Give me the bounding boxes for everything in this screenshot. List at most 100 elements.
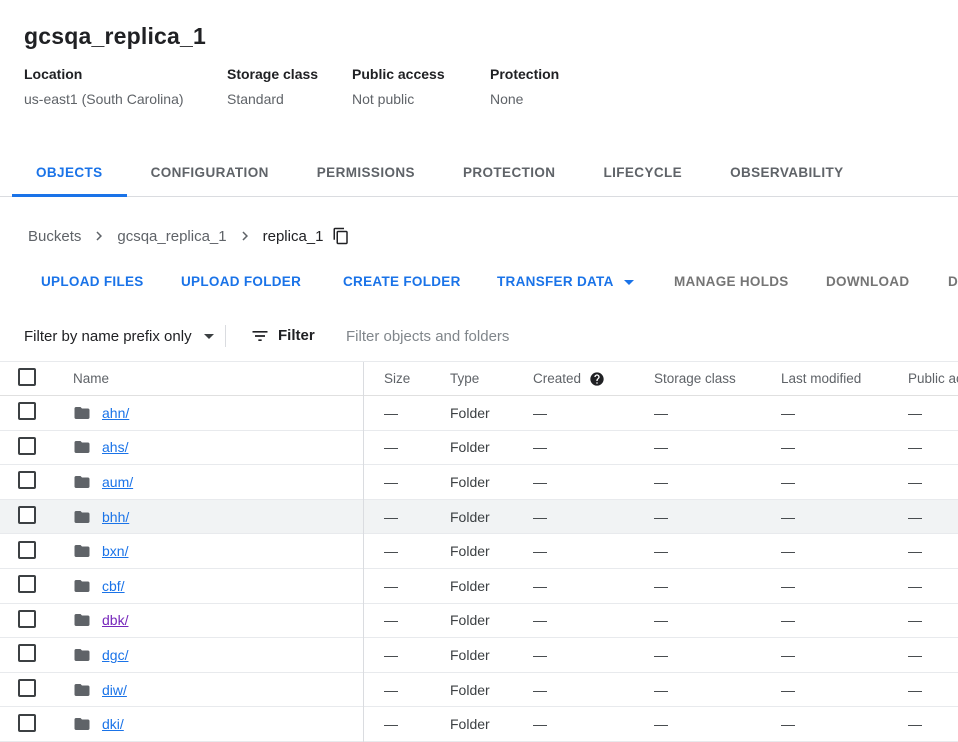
cell-storage-class: — xyxy=(654,474,781,490)
button-label: CREATE FOLDER xyxy=(343,264,461,300)
object-link[interactable]: diw/ xyxy=(102,682,127,698)
bucket-properties: Location us-east1 (South Carolina) Stora… xyxy=(0,66,958,126)
breadcrumb-item-bucket[interactable]: gcsqa_replica_1 xyxy=(117,228,226,245)
table-row: bhh/ — Folder — — — — xyxy=(0,500,958,535)
object-link[interactable]: ahn/ xyxy=(102,405,129,421)
upload-folder-button[interactable]: UPLOAD FOLDER xyxy=(165,264,317,300)
cell-public-access: — xyxy=(908,543,958,559)
transfer-data-button[interactable]: TRANSFER DATA xyxy=(481,264,650,300)
filter-scope-dropdown[interactable]: Filter by name prefix only xyxy=(24,312,214,360)
cell-storage-class: — xyxy=(654,716,781,732)
column-header-created[interactable]: Created xyxy=(533,371,654,387)
table-header-row: Name Size Type Created Storage class Las… xyxy=(0,362,958,396)
cell-public-access: — xyxy=(908,716,958,732)
breadcrumb-item-buckets[interactable]: Buckets xyxy=(28,228,81,245)
cell-storage-class: — xyxy=(654,647,781,663)
create-folder-button[interactable]: CREATE FOLDER xyxy=(327,264,477,300)
copy-path-button[interactable] xyxy=(332,227,350,245)
row-checkbox[interactable] xyxy=(18,471,36,489)
property-storage-class: Storage class Standard xyxy=(227,66,318,107)
cell-type: Folder xyxy=(450,474,533,490)
button-label: DELETE xyxy=(948,264,958,300)
property-value: Standard xyxy=(227,91,318,107)
row-checkbox[interactable] xyxy=(18,506,36,524)
cell-last-modified: — xyxy=(781,716,908,732)
column-header-type[interactable]: Type xyxy=(450,371,533,386)
table-body: ahn/ — Folder — — — — ahs/ — Folder — — … xyxy=(0,396,958,742)
object-link[interactable]: bhh/ xyxy=(102,509,129,525)
tab-lifecycle[interactable]: LIFECYCLE xyxy=(579,148,706,197)
row-checkbox[interactable] xyxy=(18,437,36,455)
download-button[interactable]: DOWNLOAD xyxy=(810,264,925,300)
column-header-public-access[interactable]: Public access xyxy=(908,371,958,386)
button-label: DOWNLOAD xyxy=(826,264,909,300)
column-header-last-modified[interactable]: Last modified xyxy=(781,371,908,386)
objects-table: Name Size Type Created Storage class Las… xyxy=(0,361,958,741)
button-label: UPLOAD FOLDER xyxy=(181,264,301,300)
row-checkbox[interactable] xyxy=(18,541,36,559)
filter-input[interactable] xyxy=(346,312,906,360)
object-link[interactable]: bxn/ xyxy=(102,543,128,559)
chevron-right-icon xyxy=(90,227,108,245)
tab-observability[interactable]: OBSERVABILITY xyxy=(706,148,867,197)
tab-objects[interactable]: OBJECTS xyxy=(12,148,127,197)
cell-type: Folder xyxy=(450,578,533,594)
chevron-right-icon xyxy=(236,227,254,245)
column-header-name[interactable]: Name xyxy=(73,371,363,386)
property-label: Location xyxy=(24,66,184,82)
delete-button[interactable]: DELETE xyxy=(932,264,958,300)
column-header-label: Created xyxy=(533,371,581,386)
tab-configuration[interactable]: CONFIGURATION xyxy=(127,148,293,197)
manage-holds-button[interactable]: MANAGE HOLDS xyxy=(658,264,805,300)
object-link[interactable]: cbf/ xyxy=(102,578,125,594)
tab-bar: OBJECTS CONFIGURATION PERMISSIONS PROTEC… xyxy=(0,148,958,197)
cell-type: Folder xyxy=(450,543,533,559)
folder-icon xyxy=(73,542,91,560)
row-checkbox[interactable] xyxy=(18,575,36,593)
row-checkbox[interactable] xyxy=(18,610,36,628)
tab-permissions[interactable]: PERMISSIONS xyxy=(293,148,439,197)
cell-type: Folder xyxy=(450,682,533,698)
cell-last-modified: — xyxy=(781,543,908,559)
row-checkbox[interactable] xyxy=(18,402,36,420)
select-all-checkbox[interactable] xyxy=(18,368,36,386)
cell-public-access: — xyxy=(908,647,958,663)
property-value: us-east1 (South Carolina) xyxy=(24,91,184,107)
object-link[interactable]: dki/ xyxy=(102,716,124,732)
object-link[interactable]: dbk/ xyxy=(102,612,128,628)
cell-size: — xyxy=(363,716,450,732)
property-public-access: Public access Not public xyxy=(352,66,445,107)
folder-icon xyxy=(73,438,91,456)
row-checkbox[interactable] xyxy=(18,644,36,662)
table-row: ahn/ — Folder — — — — xyxy=(0,396,958,431)
page-title: gcsqa_replica_1 xyxy=(24,23,206,50)
table-row: cbf/ — Folder — — — — xyxy=(0,569,958,604)
object-link[interactable]: dgc/ xyxy=(102,647,128,663)
table-row: dki/ — Folder — — — — xyxy=(0,707,958,742)
help-icon[interactable] xyxy=(589,371,605,387)
upload-files-button[interactable]: UPLOAD FILES xyxy=(25,264,160,300)
filter-divider xyxy=(225,325,226,347)
breadcrumb: Buckets gcsqa_replica_1 replica_1 xyxy=(0,215,958,257)
cell-storage-class: — xyxy=(654,612,781,628)
cell-last-modified: — xyxy=(781,647,908,663)
column-header-storage-class[interactable]: Storage class xyxy=(654,371,781,386)
cell-created: — xyxy=(533,578,654,594)
cell-storage-class: — xyxy=(654,682,781,698)
object-link[interactable]: ahs/ xyxy=(102,439,128,455)
table-row: ahs/ — Folder — — — — xyxy=(0,431,958,466)
cell-storage-class: — xyxy=(654,509,781,525)
tab-protection[interactable]: PROTECTION xyxy=(439,148,580,197)
cell-last-modified: — xyxy=(781,474,908,490)
cell-size: — xyxy=(363,682,450,698)
row-checkbox[interactable] xyxy=(18,714,36,732)
object-link[interactable]: aum/ xyxy=(102,474,133,490)
cell-created: — xyxy=(533,474,654,490)
folder-icon xyxy=(73,404,91,422)
table-row: dgc/ — Folder — — — — xyxy=(0,638,958,673)
row-checkbox[interactable] xyxy=(18,679,36,697)
cell-storage-class: — xyxy=(654,405,781,421)
column-header-size[interactable]: Size xyxy=(363,371,450,386)
cell-type: Folder xyxy=(450,439,533,455)
table-row: diw/ — Folder — — — — xyxy=(0,673,958,708)
